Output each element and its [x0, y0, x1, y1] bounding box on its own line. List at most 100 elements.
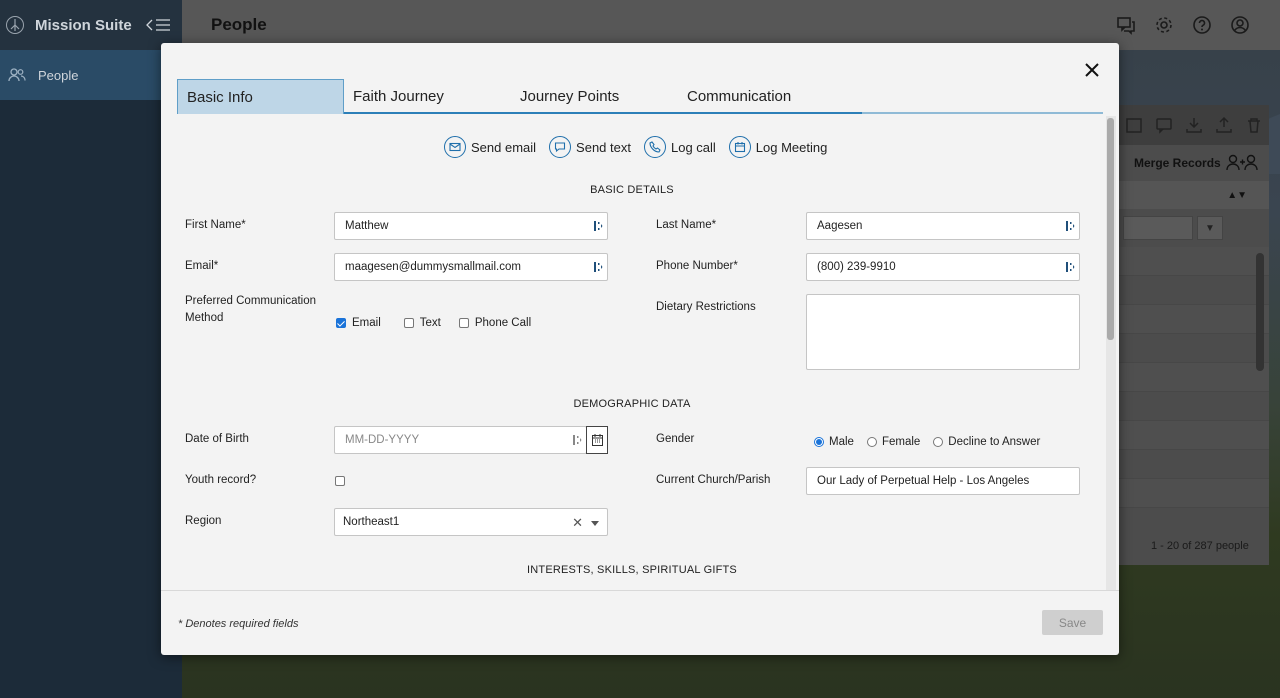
filter-icon[interactable]: ▼	[1197, 216, 1223, 240]
page-title: People	[211, 15, 267, 34]
table-row[interactable]	[1119, 363, 1269, 392]
email-value: maagesen@dummysmallmail.com	[345, 261, 521, 273]
chat-icon[interactable]	[1116, 15, 1136, 35]
log-meeting-button[interactable]: Log Meeting	[728, 136, 828, 158]
message-icon[interactable]	[1155, 116, 1173, 134]
gender-male-radio[interactable]	[814, 437, 824, 447]
first-name-value: Matthew	[345, 220, 389, 232]
tab-basic-info[interactable]: Basic Info	[177, 79, 344, 114]
table-row[interactable]	[1119, 479, 1269, 508]
dietary-label: Dietary Restrictions	[656, 301, 756, 313]
table-row[interactable]	[1119, 305, 1269, 334]
upload-icon[interactable]	[1215, 116, 1233, 134]
email-field[interactable]: maagesen@dummysmallmail.com	[334, 253, 608, 281]
calendar-icon[interactable]	[1125, 116, 1143, 134]
sidebar: Mission Suite People	[0, 0, 182, 698]
pref-email-checkbox[interactable]	[336, 318, 346, 328]
phone-field[interactable]: (800) 239-9910	[806, 253, 1080, 281]
pref-text-label: Text	[419, 317, 441, 329]
required-fields-note: * Denotes required fields	[178, 618, 299, 630]
youth-option	[335, 476, 351, 486]
region-select[interactable]: Northeast1 ✕	[334, 508, 608, 536]
modal-scrollbar[interactable]	[1106, 116, 1116, 590]
dob-placeholder: MM-DD-YYYY	[345, 434, 420, 446]
gear-icon[interactable]	[1154, 15, 1174, 35]
region-label: Region	[185, 515, 222, 527]
modal-tabs: Basic Info Faith Journey Journey Points …	[177, 79, 1103, 114]
save-button[interactable]: Save	[1042, 610, 1103, 635]
log-call-button[interactable]: Log call	[643, 136, 716, 158]
filter-input[interactable]	[1123, 216, 1193, 240]
email-label: Email*	[185, 260, 219, 272]
dob-label: Date of Birth	[185, 433, 249, 445]
section-basic-details: BASIC DETAILS	[590, 184, 674, 196]
first-name-field[interactable]: Matthew	[334, 212, 608, 240]
gender-female-option[interactable]: Female	[866, 436, 921, 448]
merge-records-button[interactable]: Merge Records	[1119, 145, 1269, 181]
close-modal-button[interactable]	[1082, 60, 1102, 80]
pref-phone-label: Phone Call	[474, 317, 532, 329]
clear-selection-icon[interactable]: ✕	[572, 515, 583, 531]
gender-male-option[interactable]: Male	[814, 436, 854, 448]
app-name: Mission Suite	[35, 16, 132, 34]
last-name-field[interactable]: Aagesen	[806, 212, 1080, 240]
dob-field[interactable]: MM-DD-YYYY	[334, 426, 587, 454]
list-scrollbar[interactable]	[1256, 253, 1264, 371]
phone-value: (800) 239-9910	[817, 261, 896, 273]
table-row[interactable]	[1119, 392, 1269, 421]
dietary-textarea[interactable]	[806, 294, 1080, 370]
log-meeting-label: Log Meeting	[755, 139, 828, 155]
pref-email-option[interactable]: Email	[336, 317, 381, 329]
table-row[interactable]	[1119, 421, 1269, 450]
account-icon[interactable]	[1230, 15, 1250, 35]
pref-phone-option[interactable]: Phone Call	[458, 317, 532, 329]
trash-icon[interactable]	[1245, 116, 1263, 134]
region-value: Northeast1	[343, 516, 400, 528]
phone-icon	[649, 141, 661, 153]
help-icon[interactable]	[1192, 15, 1212, 35]
date-picker-button[interactable]	[586, 426, 608, 454]
gender-decline-option[interactable]: Decline to Answer	[933, 436, 1040, 448]
speech-bubble-icon	[554, 142, 566, 153]
modal-content: Send email Send text Log call Log Meetin…	[161, 116, 1103, 590]
envelope-icon	[449, 142, 461, 152]
table-row[interactable]	[1119, 247, 1269, 276]
pref-comm-label: Preferred Communication Method	[185, 295, 317, 324]
autofill-icon	[594, 221, 603, 231]
gender-female-radio[interactable]	[866, 437, 877, 447]
pref-phone-checkbox[interactable]	[458, 318, 469, 328]
people-icon	[8, 68, 26, 82]
collapse-sidebar-icon[interactable]	[145, 18, 172, 32]
tab-label: Journey Points	[520, 88, 620, 105]
autofill-icon	[1066, 262, 1075, 272]
table-row[interactable]	[1119, 276, 1269, 305]
church-field[interactable]: Our Lady of Perpetual Help - Los Angeles	[806, 467, 1080, 495]
pref-text-option[interactable]: Text	[403, 317, 441, 329]
table-row[interactable]	[1119, 450, 1269, 479]
gender-decline-radio[interactable]	[933, 437, 944, 447]
send-email-button[interactable]: Send email	[444, 136, 536, 158]
people-list-panel: Merge Records ▲▼ ▼	[1119, 105, 1269, 565]
scrollbar-thumb[interactable]	[1107, 118, 1114, 340]
section-demographic-data: DEMOGRAPHIC DATA	[573, 398, 691, 410]
youth-checkbox[interactable]	[335, 476, 345, 486]
gender-female-label: Female	[881, 436, 921, 448]
church-label: Current Church/Parish	[656, 474, 771, 486]
tab-journey-points[interactable]: Journey Points	[511, 79, 679, 114]
sidebar-item-people[interactable]: People	[0, 50, 182, 100]
send-text-button[interactable]: Send text	[549, 136, 631, 158]
chevron-down-icon[interactable]	[591, 521, 599, 526]
pref-text-checkbox[interactable]	[403, 318, 414, 328]
tab-label: Basic Info	[187, 88, 253, 106]
last-name-label: Last Name*	[656, 219, 717, 231]
gender-options: Male Female Decline to Answer	[814, 436, 1053, 448]
last-name-value: Aagesen	[817, 220, 863, 232]
sort-control[interactable]: ▲▼	[1119, 181, 1269, 209]
table-row[interactable]	[1119, 334, 1269, 363]
download-icon[interactable]	[1185, 116, 1203, 134]
merge-records-label: Merge Records	[1134, 156, 1221, 170]
youth-label: Youth record?	[185, 474, 257, 486]
tab-communication[interactable]: Communication	[678, 79, 846, 114]
modal-footer: * Denotes required fields Save	[161, 590, 1119, 655]
tab-faith-journey[interactable]: Faith Journey	[344, 79, 512, 114]
